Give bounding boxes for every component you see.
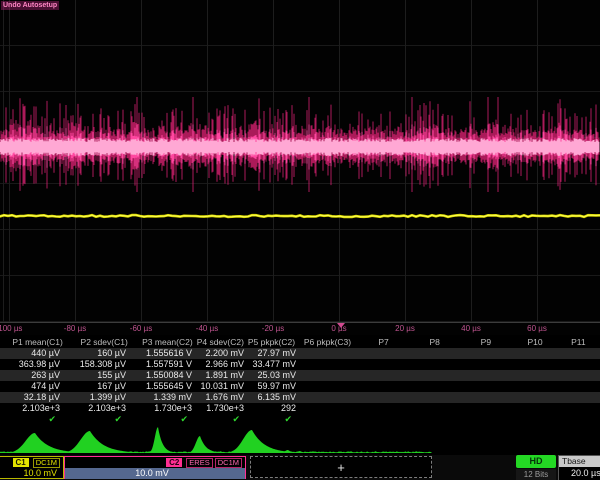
oscilloscope-screen: Undo Autosetup -100 µs -80 µs -60 µs -40 µs… [0, 0, 600, 480]
axis-tick-label: -100 µs [0, 324, 22, 333]
measurement-value: 474 µV [0, 381, 68, 392]
measurement-value: 1.891 mV [200, 370, 252, 381]
measurement-header[interactable]: P3 mean(C2) [132, 337, 197, 348]
measurement-value: 158.308 µV [68, 359, 134, 370]
measurement-header[interactable]: P1 mean(C1) [0, 337, 67, 348]
measurement-value: 10.031 mV [200, 381, 252, 392]
trigger-position-marker[interactable] [337, 323, 345, 328]
measurement-header-inactive[interactable]: P11 [561, 337, 600, 348]
channel-c1-descriptor[interactable]: C1 DC1M 10.0 mV [0, 456, 64, 479]
measurement-value: 27.97 mV [252, 348, 304, 359]
hd-mode-button[interactable]: HD [516, 455, 556, 468]
channel-c2-descriptor[interactable]: C2 ERES DC1M 10.0 mV [64, 456, 246, 479]
axis-tick-label: 60 µs [527, 324, 547, 333]
c1-coupling-tag: DC1M [33, 458, 60, 468]
measurement-value: 1.730e+3 [134, 403, 200, 414]
measurement-value: 2.966 mV [200, 359, 252, 370]
measurement-value: 2.103e+3 [0, 403, 68, 414]
measurement-table: P1 mean(C1)P2 sdev(C1)P3 mean(C2)P4 sdev… [0, 337, 600, 425]
measurement-value: 155 µV [68, 370, 134, 381]
measurement-value: 1.555616 V [134, 348, 200, 359]
add-trace-button[interactable]: + [250, 456, 432, 478]
measurement-header-inactive[interactable]: P7 [360, 337, 411, 348]
axis-tick-label: 20 µs [395, 324, 415, 333]
plus-icon: + [337, 460, 345, 475]
measurement-value: 363.98 µV [0, 359, 68, 370]
measurement-value: 263 µV [0, 370, 68, 381]
measurement-value: 160 µV [68, 348, 134, 359]
bottom-bar: C1 DC1M 10.0 mV C2 ERES DC1M 10.0 mV + H… [0, 455, 600, 480]
histogram-trace [0, 424, 460, 455]
time-axis-line [0, 322, 600, 323]
c2-eres-tag: ERES [186, 458, 212, 468]
trace-layer [0, 0, 600, 335]
measurement-header[interactable]: P2 sdev(C1) [67, 337, 132, 348]
c2-coupling-tag: DC1M [215, 458, 242, 468]
measurement-header-inactive[interactable]: P8 [411, 337, 462, 348]
measurement-value: 1.676 mV [200, 392, 252, 403]
c2-scale: 10.0 mV [65, 468, 245, 479]
measurement-value: 1.339 mV [134, 392, 200, 403]
measurement-value: 1.730e+3 [200, 403, 252, 414]
resolution-bits-label: 12 Bits [516, 469, 556, 480]
timebase-descriptor[interactable]: Tbase 20.0 µs [558, 455, 600, 480]
measurement-value: 1.550084 V [134, 370, 200, 381]
c1-badge: C1 [13, 458, 29, 467]
axis-tick-label: -80 µs [64, 324, 86, 333]
time-axis-labels: -100 µs-80 µs-60 µs-40 µs-20 µs0 µs20 µs… [0, 324, 600, 335]
measurement-value: 167 µV [68, 381, 134, 392]
timebase-title: Tbase [559, 456, 600, 467]
axis-tick-label: -60 µs [130, 324, 152, 333]
measurement-value: 1.399 µV [68, 392, 134, 403]
top-left-annotation[interactable]: Undo Autosetup [1, 1, 59, 10]
c2-badge: C2 [166, 458, 182, 467]
measurement-value: 2.200 mV [200, 348, 252, 359]
measurement-header[interactable]: P4 sdev(C2) [197, 337, 248, 348]
measurement-value: 440 µV [0, 348, 68, 359]
measurement-value: 1.555645 V [134, 381, 200, 392]
measurement-value: 292 [252, 403, 304, 414]
waveform-grid: Undo Autosetup -100 µs -80 µs -60 µs -40 µs… [0, 0, 600, 335]
measurement-value: 6.135 mV [252, 392, 304, 403]
measurement-value: 33.477 mV [252, 359, 304, 370]
measurement-value: 1.557591 V [134, 359, 200, 370]
measurement-value: 32.18 µV [0, 392, 68, 403]
measurement-value: 59.97 mV [252, 381, 304, 392]
axis-tick-label: -20 µs [262, 324, 284, 333]
histogram-shape [0, 427, 450, 453]
measurement-value: 25.03 mV [252, 370, 304, 381]
measurement-header[interactable]: P5 pkpk(C2) [248, 337, 299, 348]
timebase-value: 20.0 µs [559, 467, 600, 479]
measurement-value: 2.103e+3 [68, 403, 134, 414]
measurement-header-inactive[interactable]: P9 [462, 337, 513, 348]
c1-scale: 10.0 mV [0, 468, 63, 479]
measurement-header-inactive[interactable]: P6 pkpk(C3) [299, 337, 360, 348]
axis-tick-label: -40 µs [196, 324, 218, 333]
measurement-header-inactive[interactable]: P10 [513, 337, 560, 348]
axis-tick-label: 40 µs [461, 324, 481, 333]
